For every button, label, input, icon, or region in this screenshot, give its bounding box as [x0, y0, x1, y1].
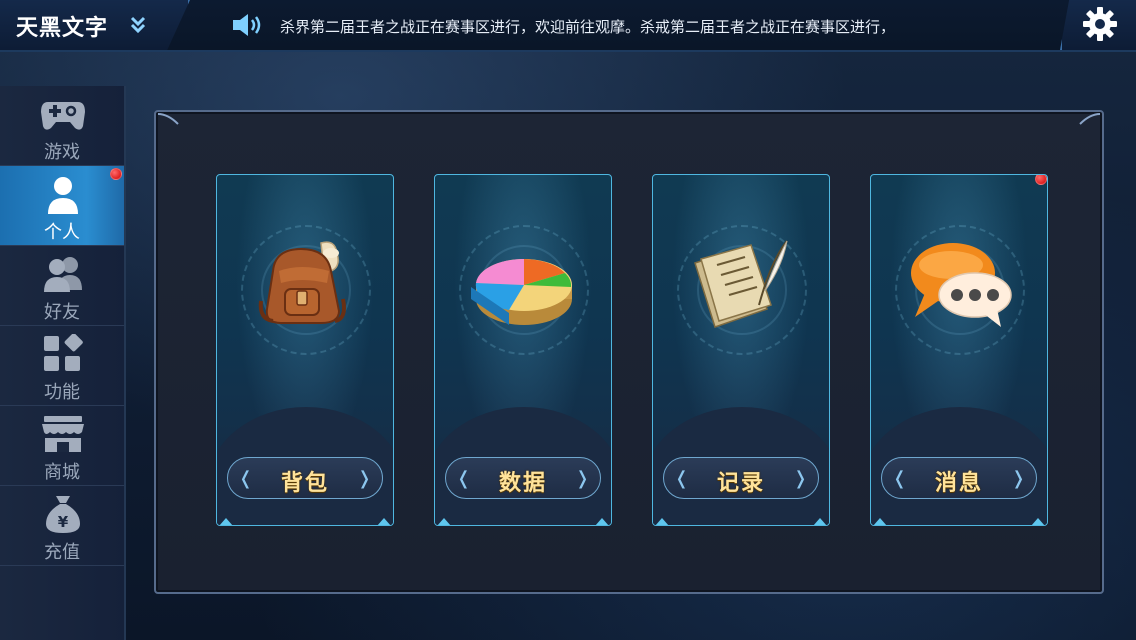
card-data[interactable]: ❬ 数据 ❭	[434, 174, 612, 526]
card-backpack[interactable]: ❬ 背包 ❭	[216, 174, 394, 526]
notice-text: 杀界第二届王者之战正在赛事区进行，欢迎前往观摩。杀戒第二届王者之战正在赛事区进行…	[280, 18, 896, 36]
card-label: 记录	[716, 471, 765, 496]
settings-button[interactable]	[1060, 0, 1136, 50]
pie-chart-icon	[469, 231, 579, 341]
backpack-button[interactable]: ❬ 背包 ❭	[227, 457, 383, 499]
notice-bar: 杀界第二届王者之战正在赛事区进行，欢迎前往观摩。杀戒第二届王者之战正在赛事区进行…	[196, 0, 1056, 50]
bracket-left-icon: ❬	[238, 468, 254, 489]
bracket-left-icon: ❬	[892, 468, 908, 489]
bracket-right-icon: ❭	[574, 468, 590, 489]
sidebar-item-label: 游戏	[44, 142, 80, 163]
notification-badge	[110, 168, 122, 180]
svg-text:¥: ¥	[58, 513, 69, 531]
records-button[interactable]: ❬ 记录 ❭	[663, 457, 819, 499]
bracket-right-icon: ❭	[1010, 468, 1026, 489]
sidebar-item-recharge[interactable]: ¥ 充值	[0, 486, 124, 566]
sidebar-item-personal[interactable]: 个人	[0, 166, 124, 246]
gamepad-icon	[40, 94, 86, 134]
gear-icon	[1082, 6, 1118, 42]
messages-button[interactable]: ❬ 消息 ❭	[881, 457, 1037, 499]
sidebar-item-friends[interactable]: 好友	[0, 246, 124, 326]
card-label: 数据	[498, 471, 547, 496]
sidebar-item-label: 个人	[44, 222, 80, 243]
bracket-left-icon: ❬	[674, 468, 690, 489]
app-title: 天黑文字	[16, 16, 109, 41]
sidebar-item-label: 商城	[44, 462, 80, 483]
data-button[interactable]: ❬ 数据 ❭	[445, 457, 601, 499]
chevron-down-icon[interactable]	[130, 16, 146, 34]
scroll-quill-icon	[687, 231, 797, 341]
sidebar-item-label: 充值	[44, 542, 80, 563]
card-records[interactable]: ❬ 记录 ❭	[652, 174, 830, 526]
sidebar-item-functions[interactable]: 功能	[0, 326, 124, 406]
bracket-left-icon: ❬	[456, 468, 472, 489]
card-messages[interactable]: ❬ 消息 ❭	[870, 174, 1048, 526]
shop-icon	[40, 414, 86, 454]
card-label: 背包	[280, 471, 329, 496]
grid-icon	[40, 333, 86, 374]
speaker-icon	[232, 12, 266, 38]
sidebar-item-label: 功能	[44, 382, 80, 403]
chat-bubble-icon	[905, 231, 1015, 341]
sidebar-item-label: 好友	[44, 302, 80, 323]
person-icon	[40, 174, 86, 214]
backpack-icon	[251, 231, 361, 341]
corner-ornament	[157, 112, 180, 126]
sidebar: 游戏 个人 好友 功能 商城 ¥ 充值	[0, 86, 126, 640]
top-bar: 天黑文字 杀界第二届王者之战正在赛事区进行，欢迎前往观摩。杀戒第二届王者之战正在…	[0, 0, 1136, 52]
bracket-right-icon: ❭	[356, 468, 372, 489]
title-area[interactable]: 天黑文字	[0, 0, 190, 50]
bracket-right-icon: ❭	[792, 468, 808, 489]
friends-icon	[40, 254, 86, 294]
notification-badge	[1035, 175, 1047, 185]
sidebar-item-game[interactable]: 游戏	[0, 86, 124, 166]
money-bag-icon: ¥	[40, 494, 86, 534]
card-label: 消息	[934, 471, 983, 496]
corner-ornament	[1078, 112, 1101, 126]
sidebar-item-shop[interactable]: 商城	[0, 406, 124, 486]
